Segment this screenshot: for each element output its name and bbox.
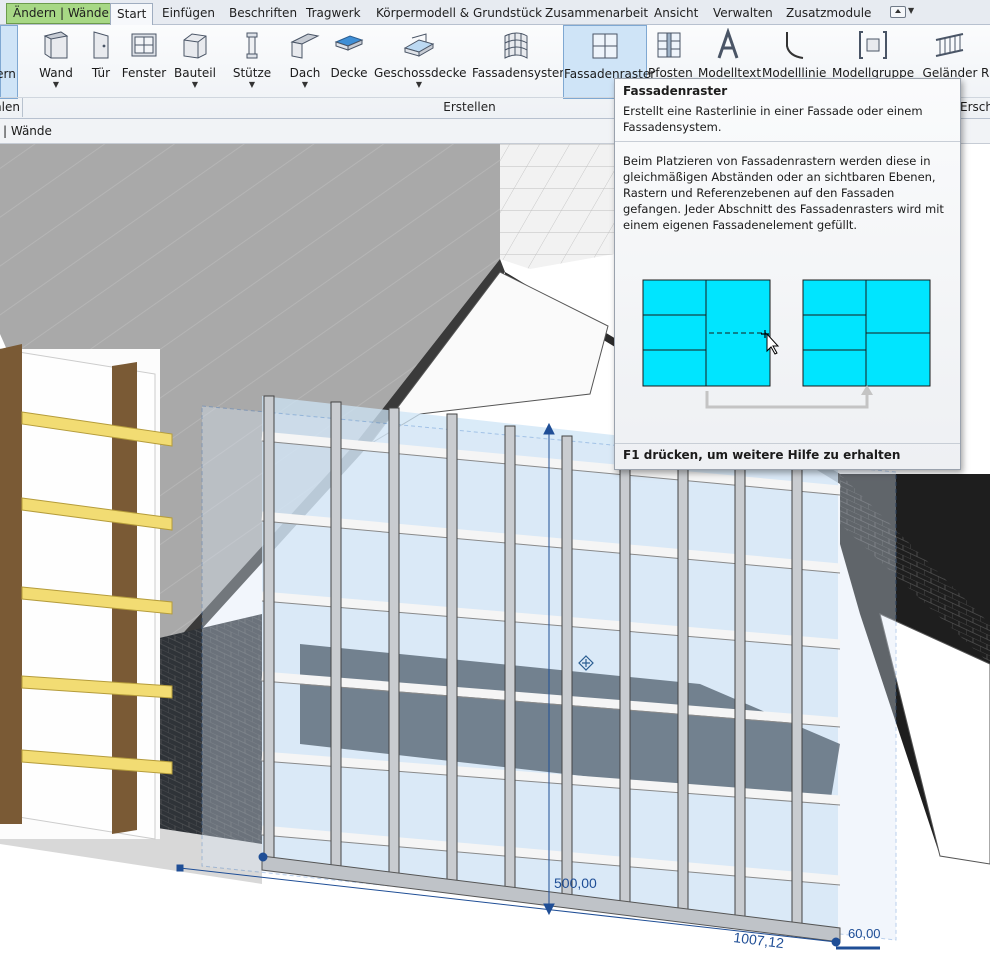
- dach-button[interactable]: Dach ▼: [284, 25, 326, 97]
- tab-tragwerk[interactable]: Tragwerk: [306, 3, 361, 23]
- curtain-system-icon: [504, 32, 528, 59]
- fassadensystem-button[interactable]: Fassadensystem: [472, 25, 571, 97]
- panel-right-label: Erschl: [960, 100, 990, 114]
- rampe-label: R: [981, 66, 990, 80]
- fenster-label: Fenster: [121, 66, 167, 80]
- tab-einfuegen[interactable]: Einfügen: [162, 3, 215, 23]
- chevron-down-icon[interactable]: ▼: [908, 6, 914, 15]
- stuetze-label: Stütze: [232, 66, 272, 80]
- geschossdecke-label: Geschossdecke: [374, 66, 467, 80]
- mullion-icon: [657, 32, 681, 58]
- ceiling-icon: [334, 35, 364, 51]
- arrow-right-icon: [705, 385, 873, 409]
- chevron-down-icon[interactable]: ▼: [284, 80, 326, 89]
- model-line-icon: [786, 32, 804, 59]
- tab-zusammenarbeit[interactable]: Zusammenarbeit: [545, 3, 648, 23]
- chevron-down-icon[interactable]: ▼: [34, 80, 78, 89]
- tooltip-fassadenraster: Fassadenraster Erstellt eine Rasterlinie…: [614, 78, 961, 470]
- tuer-button[interactable]: Tür: [86, 25, 116, 97]
- dach-label: Dach: [289, 66, 321, 80]
- geschossdecke-button[interactable]: Geschossdecke ▼: [374, 25, 467, 97]
- tab-context-aendern-waende[interactable]: Ändern | Wände: [6, 3, 116, 24]
- tab-ansicht[interactable]: Ansicht: [654, 3, 698, 23]
- tooltip-short-description: Erstellt eine Rasterlinie in einer Fassa…: [623, 104, 923, 134]
- dimension-side-label[interactable]: 60,00: [848, 926, 881, 941]
- tooltip-divider: [615, 141, 960, 142]
- tooltip-help-hint: F1 drücken, um weitere Hilfe zu erhalten: [623, 448, 901, 462]
- fassadensystem-label: Fassadensystem: [472, 66, 571, 80]
- panel-left-label: hlen: [0, 100, 20, 114]
- window-icon: [131, 33, 157, 57]
- curtain-grid-icon: [592, 33, 618, 59]
- tab-zusatzmodule[interactable]: Zusatzmodule: [786, 3, 871, 23]
- decke-button[interactable]: Decke: [330, 25, 368, 97]
- ribbon-minimize-icon[interactable]: [890, 6, 906, 18]
- rampe-button-partial[interactable]: R: [978, 25, 990, 97]
- wall-icon: [43, 31, 69, 59]
- chevron-down-icon[interactable]: ▼: [228, 80, 276, 89]
- column-icon: [246, 32, 258, 59]
- model-text-icon: [717, 28, 739, 59]
- decke-label: Decke: [330, 66, 368, 80]
- tab-koerpermodell[interactable]: Körpermodell & Grundstück: [376, 3, 542, 23]
- fenster-button[interactable]: Fenster: [120, 25, 168, 97]
- model-group-icon: [859, 31, 887, 59]
- bauteil-label: Bauteil: [174, 66, 216, 80]
- context-bar-label: | Wände: [3, 124, 52, 138]
- chevron-down-icon[interactable]: ▼: [374, 80, 464, 89]
- tooltip-divider: [615, 443, 960, 444]
- tab-verwalten[interactable]: Verwalten: [713, 3, 773, 23]
- bauteil-button[interactable]: Bauteil ▼: [172, 25, 218, 97]
- roof-icon: [290, 33, 320, 59]
- modify-button-label: ern: [0, 67, 16, 81]
- tab-beschriften[interactable]: Beschriften: [229, 3, 297, 23]
- panel-right-partial: Erschl: [958, 97, 990, 117]
- dimension-height-label[interactable]: 500,00: [554, 875, 597, 891]
- tooltip-long-description: Beim Platzieren von Fassadenrastern werd…: [623, 154, 944, 232]
- ribbon-tab-bar: Ändern | Wände Start Einfügen Beschrifte…: [0, 0, 990, 25]
- floor-icon: [403, 33, 435, 57]
- tab-start[interactable]: Start: [110, 3, 154, 25]
- tooltip-illustration: [642, 279, 931, 409]
- modify-button-partial[interactable]: ern: [0, 25, 18, 99]
- railing-icon: [935, 33, 964, 57]
- grid-before-icon: [642, 279, 780, 387]
- door-icon: [93, 31, 109, 59]
- wand-button[interactable]: Wand ▼: [34, 25, 78, 97]
- stuetze-button[interactable]: Stütze ▼: [228, 25, 276, 97]
- grid-after-icon: [802, 279, 931, 387]
- component-icon: [183, 33, 207, 59]
- chevron-down-icon[interactable]: ▼: [172, 80, 218, 89]
- wand-label: Wand: [39, 66, 73, 80]
- tuer-label: Tür: [91, 66, 111, 80]
- panel-left-partial: hlen: [0, 97, 23, 117]
- tooltip-title: Fassadenraster: [623, 84, 728, 98]
